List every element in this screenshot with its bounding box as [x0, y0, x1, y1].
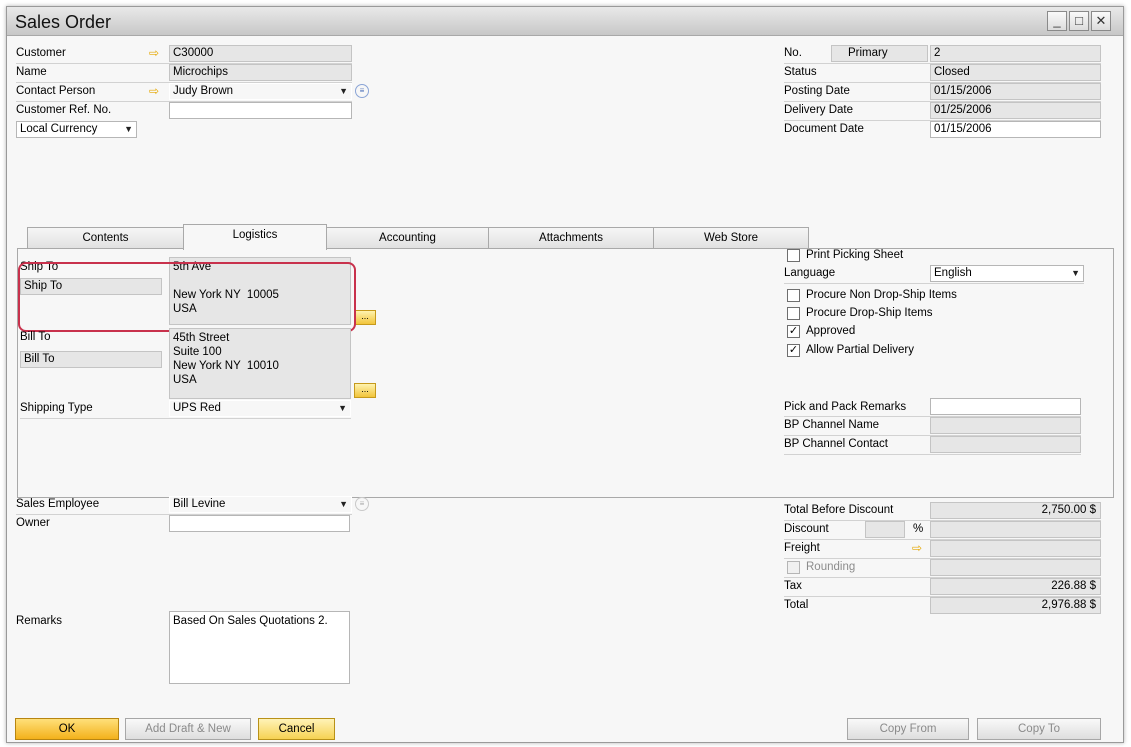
divider — [784, 454, 1081, 455]
link-arrow-icon[interactable]: ⇨ — [149, 45, 159, 61]
add-draft-new-button[interactable]: Add Draft & New — [125, 718, 251, 740]
posting-date-label: Posting Date — [784, 85, 850, 97]
allow-partial-delivery-checkbox[interactable]: ✓ — [787, 344, 800, 357]
total-before-discount-field[interactable]: 2,750.00 $ — [930, 502, 1101, 519]
rounding-label: Rounding — [806, 561, 856, 573]
percent-symbol: % — [913, 523, 924, 535]
minimize-icon[interactable]: _ — [1047, 11, 1067, 31]
bp-channel-contact-label: BP Channel Contact — [784, 438, 888, 450]
approved-label: Approved — [806, 325, 856, 337]
document-date-input[interactable]: 01/15/2006 — [930, 121, 1101, 138]
tab-attachments[interactable]: Attachments — [488, 227, 654, 249]
bp-channel-contact-field[interactable] — [930, 436, 1081, 453]
ship-to-select[interactable]: Ship To — [20, 278, 162, 295]
sales-employee-select[interactable]: Bill Levine — [169, 496, 352, 513]
freight-label: Freight — [784, 542, 820, 554]
name-field[interactable]: Microchips — [169, 64, 352, 81]
divider — [20, 418, 351, 419]
customer-label: Customer — [16, 47, 66, 59]
copy-to-button[interactable]: Copy To — [977, 718, 1101, 740]
tab-contents[interactable]: Contents — [27, 227, 184, 249]
remarks-textarea[interactable]: Based On Sales Quotations 2. — [169, 611, 350, 684]
bill-to-address[interactable]: 45th Street Suite 100 New York NY 10010 … — [169, 328, 351, 399]
customer-ref-input[interactable] — [169, 102, 352, 119]
language-label: Language — [784, 267, 836, 279]
customer-field[interactable]: C30000 — [169, 45, 352, 62]
remarks-label: Remarks — [16, 615, 63, 627]
freight-field[interactable] — [930, 540, 1101, 557]
bp-channel-name-label: BP Channel Name — [784, 419, 880, 431]
print-picking-label: Print Picking Sheet — [806, 249, 904, 261]
name-label: Name — [16, 66, 47, 78]
ship-to-browse-button[interactable]: ... — [354, 310, 376, 325]
total-field[interactable]: 2,976.88 $ — [930, 597, 1101, 614]
status-label: Status — [784, 66, 817, 78]
title-bar: Sales Order _ □ ✕ — [7, 7, 1123, 36]
tax-field[interactable]: 226.88 $ — [930, 578, 1101, 595]
total-label: Total — [784, 599, 809, 611]
rounding-field[interactable] — [930, 559, 1101, 576]
sales-order-window: Sales Order _ □ ✕ Customer ⇨ C30000 Name… — [6, 6, 1124, 743]
approved-checkbox[interactable]: ✓ — [787, 325, 800, 338]
ship-to-address[interactable]: 5th Ave New York NY 10005 USA — [169, 257, 351, 325]
no-label: No. — [784, 47, 802, 59]
rounding-checkbox[interactable] — [787, 561, 800, 574]
language-select[interactable]: English — [930, 265, 1084, 282]
maximize-icon[interactable]: □ — [1069, 11, 1089, 31]
cancel-button[interactable]: Cancel — [258, 718, 335, 740]
shipping-type-select[interactable]: UPS Red — [169, 400, 351, 417]
doc-number-field[interactable]: 2 — [930, 45, 1101, 62]
procure-non-drop-ship-checkbox[interactable] — [787, 289, 800, 302]
print-picking-checkbox[interactable] — [787, 249, 800, 262]
status-field[interactable]: Closed — [930, 64, 1101, 81]
tab-logistics[interactable]: Logistics — [183, 224, 327, 250]
shipping-type-label: Shipping Type — [20, 402, 93, 414]
procure-drop-ship-checkbox[interactable] — [787, 307, 800, 320]
tab-accounting[interactable]: Accounting — [326, 227, 489, 249]
pick-pack-remarks-input[interactable] — [930, 398, 1081, 415]
link-arrow-icon[interactable]: ⇨ — [149, 83, 159, 99]
total-before-discount-label: Total Before Discount — [784, 504, 894, 516]
discount-amount-field[interactable] — [930, 521, 1101, 538]
procure-drop-ship-label: Procure Drop-Ship Items — [806, 307, 933, 319]
contact-person-label: Contact Person — [16, 85, 96, 97]
ship-to-label: Ship To — [20, 261, 59, 273]
customer-ref-label: Customer Ref. No. — [16, 104, 112, 116]
pick-pack-remarks-label: Pick and Pack Remarks — [784, 401, 907, 413]
discount-percent-field[interactable] — [865, 521, 905, 538]
bill-to-label: Bill To — [20, 331, 51, 343]
allow-partial-delivery-label: Allow Partial Delivery — [806, 344, 915, 356]
list-icon[interactable]: ≡ — [355, 84, 369, 98]
copy-from-button[interactable]: Copy From — [847, 718, 969, 740]
sales-employee-label: Sales Employee — [16, 498, 100, 510]
document-date-label: Document Date — [784, 123, 864, 135]
procure-non-drop-ship-label: Procure Non Drop-Ship Items — [806, 289, 957, 301]
currency-select[interactable]: Local Currency — [16, 121, 137, 138]
close-icon[interactable]: ✕ — [1091, 11, 1111, 31]
contact-person-select[interactable]: Judy Brown — [169, 83, 352, 100]
delivery-date-field[interactable]: 01/25/2006 — [930, 102, 1101, 119]
ok-button[interactable]: OK — [15, 718, 119, 740]
posting-date-field[interactable]: 01/15/2006 — [930, 83, 1101, 100]
bill-to-browse-button[interactable]: ... — [354, 383, 376, 398]
discount-label: Discount — [784, 523, 829, 535]
bill-to-select[interactable]: Bill To — [20, 351, 162, 368]
tab-web-store[interactable]: Web Store — [653, 227, 809, 249]
tax-label: Tax — [784, 580, 802, 592]
owner-input[interactable] — [169, 515, 350, 532]
link-arrow-icon[interactable]: ⇨ — [912, 540, 922, 556]
list-icon[interactable]: ≡ — [355, 497, 369, 511]
delivery-date-label: Delivery Date — [784, 104, 854, 116]
series-select[interactable]: Primary — [831, 45, 928, 62]
bp-channel-name-field[interactable] — [930, 417, 1081, 434]
divider — [784, 283, 1084, 284]
window-title: Sales Order — [15, 12, 112, 32]
owner-label: Owner — [16, 517, 50, 529]
